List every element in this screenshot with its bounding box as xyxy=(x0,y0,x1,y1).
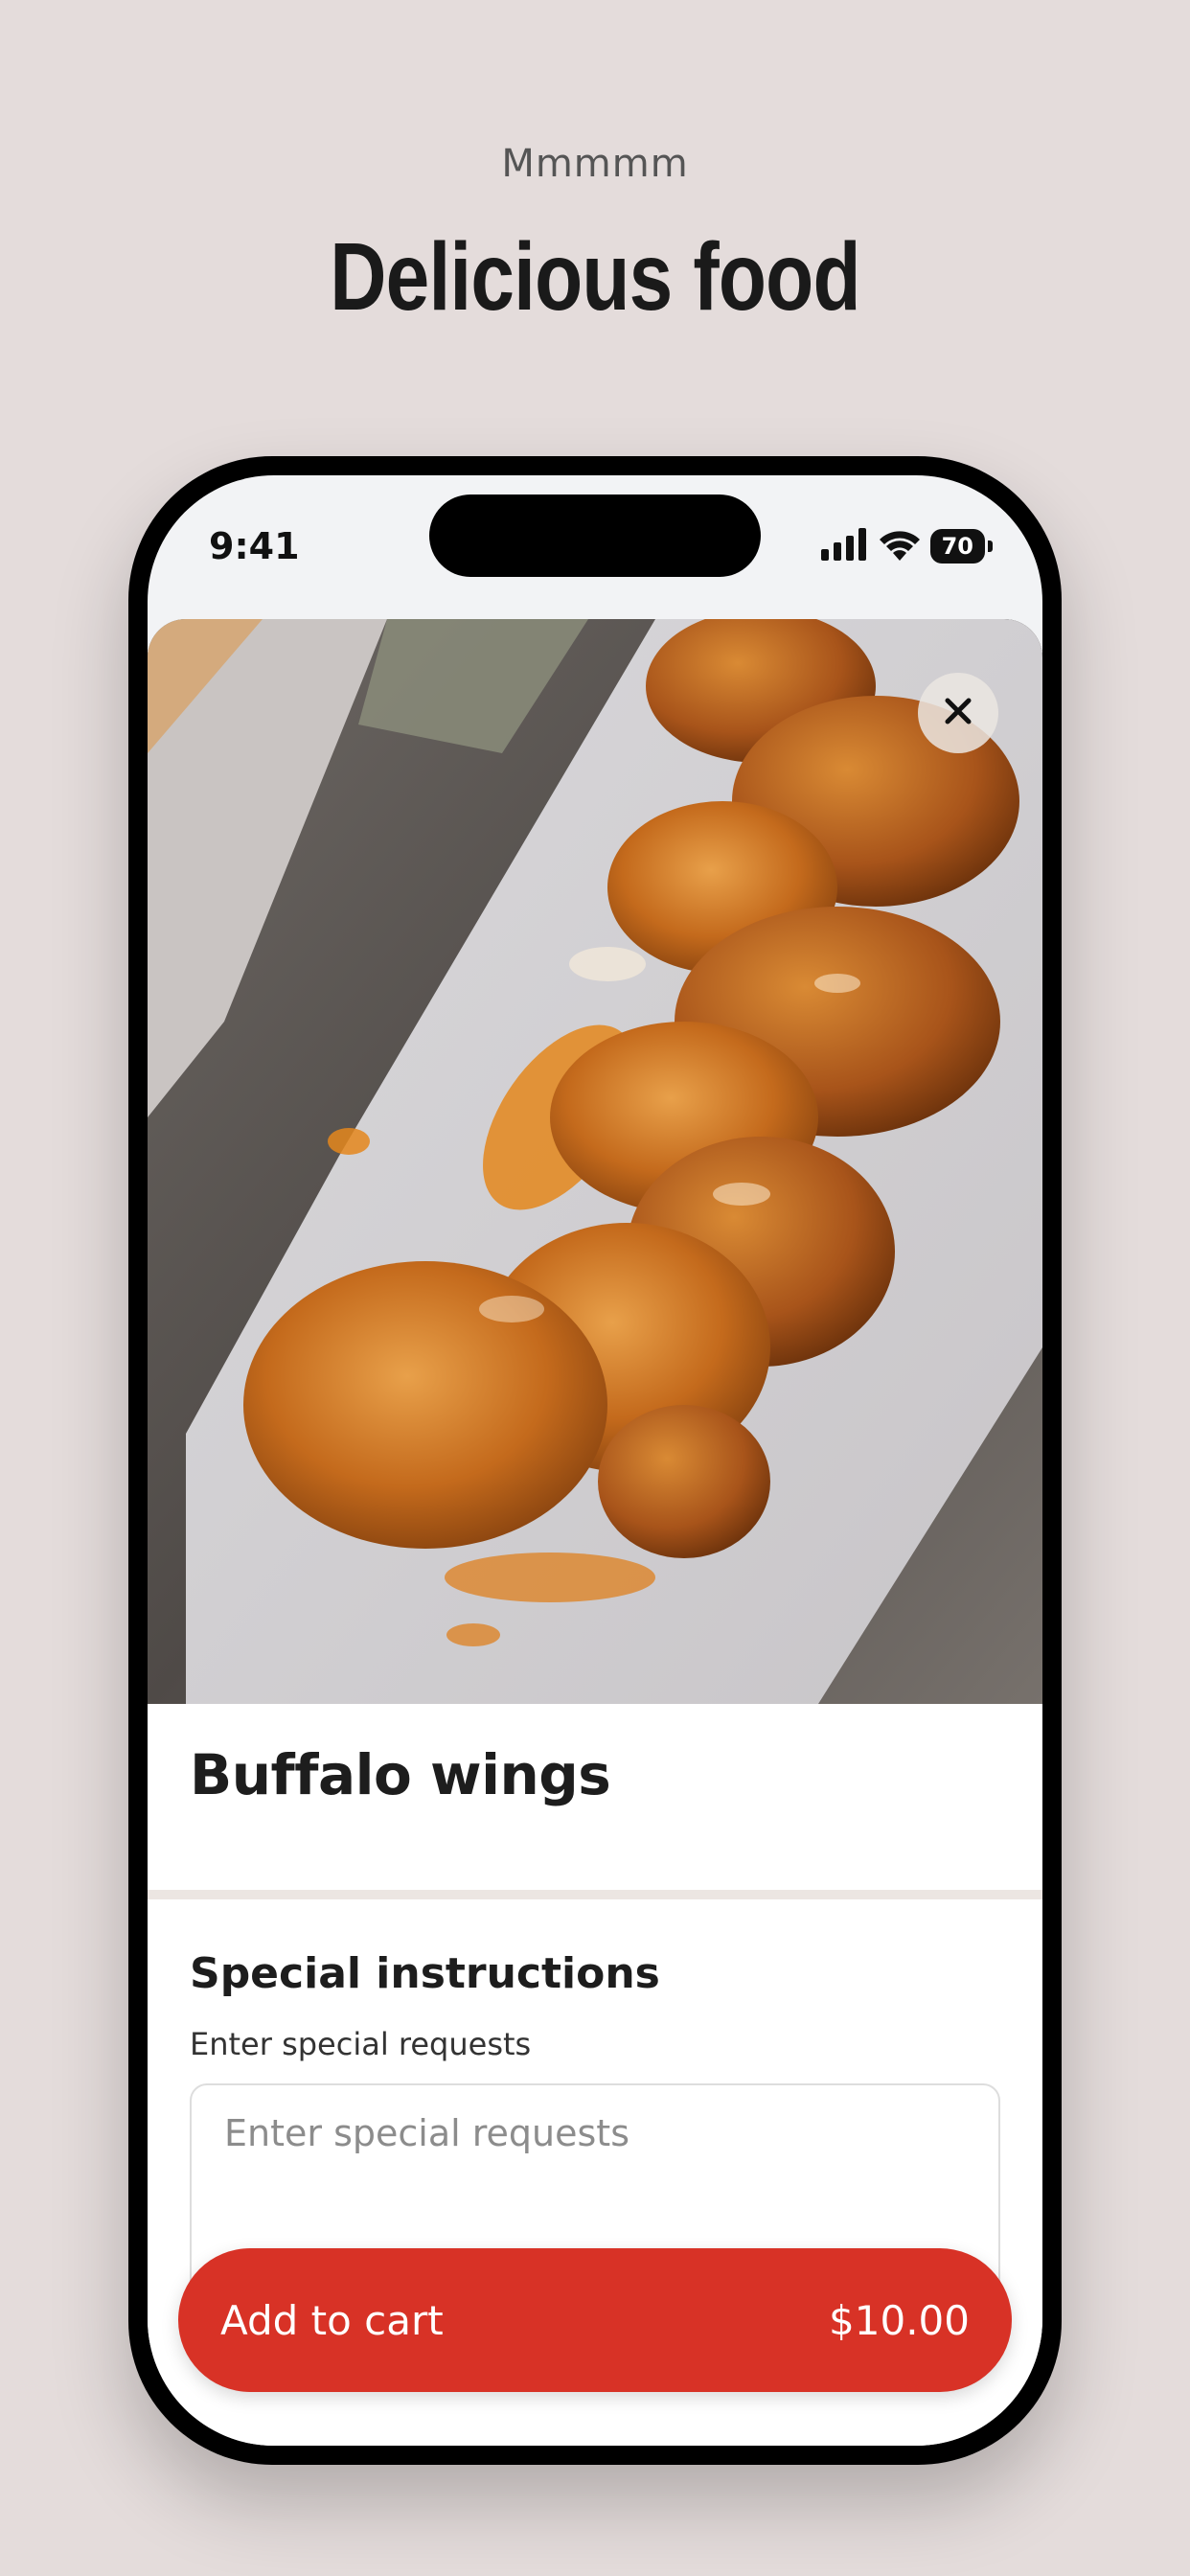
add-to-cart-label: Add to cart xyxy=(220,2296,444,2344)
wifi-icon xyxy=(879,528,921,565)
item-photo xyxy=(148,619,1042,1704)
phone-frame: 9:41 70 Buffalo wings Special instructio… xyxy=(128,456,1062,2465)
battery-icon: 70 xyxy=(929,529,994,564)
status-icons: 70 xyxy=(820,527,994,565)
add-to-cart-button[interactable]: Add to cart $10.00 xyxy=(178,2248,1012,2392)
special-instructions-label: Enter special requests xyxy=(190,2026,532,2062)
special-instructions-title: Special instructions xyxy=(190,1949,660,1998)
close-button[interactable] xyxy=(918,673,998,753)
signal-icon xyxy=(820,527,869,565)
section-divider xyxy=(148,1890,1042,1899)
dynamic-island xyxy=(429,494,761,577)
status-bar: 9:41 70 xyxy=(148,475,1042,619)
promo-tagline: Mmmmm xyxy=(501,142,689,186)
phone-screen: 9:41 70 Buffalo wings Special instructio… xyxy=(148,475,1042,2446)
add-to-cart-price: $10.00 xyxy=(829,2296,970,2344)
item-detail-sheet: Buffalo wings Special instructions Enter… xyxy=(148,619,1042,2446)
item-title: Buffalo wings xyxy=(190,1742,611,1807)
promo-headline: Delicious food xyxy=(330,223,860,331)
status-time: 9:41 xyxy=(209,525,300,567)
close-icon xyxy=(942,695,974,732)
